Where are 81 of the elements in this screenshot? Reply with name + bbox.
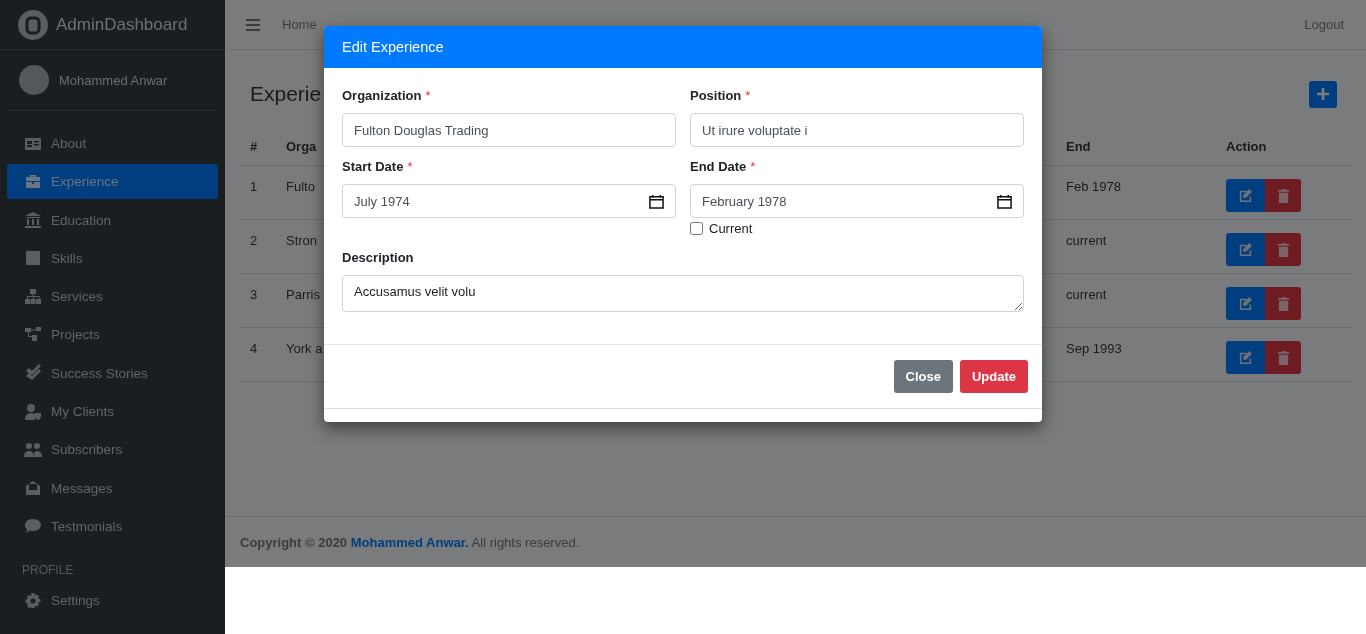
edit-button[interactable]: [1226, 233, 1265, 266]
close-button[interactable]: Close: [893, 360, 953, 393]
plus-icon: [1317, 88, 1329, 100]
table-cell: 2: [240, 219, 276, 274]
delete-button[interactable]: [1265, 179, 1301, 212]
text-field[interactable]: Ut irure voluptate i: [690, 113, 1024, 147]
field-label: Position *: [690, 88, 752, 103]
sidebar-item[interactable]: Skills: [7, 240, 218, 276]
delete-button[interactable]: [1265, 341, 1301, 374]
sidebar-item[interactable]: Education: [7, 202, 218, 238]
add-button[interactable]: [1309, 80, 1337, 108]
checkbox-label: Current: [709, 220, 753, 236]
sidebar-item[interactable]: About: [7, 126, 218, 161]
delete-button[interactable]: [1265, 287, 1301, 320]
trash-icon: [1276, 350, 1290, 365]
building-icon: [24, 211, 42, 230]
table-cell: current: [1056, 273, 1216, 328]
briefcase-icon: [24, 172, 42, 191]
network-icon: [24, 287, 42, 306]
update-button[interactable]: Update: [959, 360, 1028, 393]
column-header: #: [240, 127, 276, 166]
sidebar-item[interactable]: Services: [7, 279, 218, 315]
column-header: End: [1056, 127, 1216, 166]
calendar-icon: [997, 193, 1012, 209]
table-cell: Feb 1978: [1056, 165, 1216, 220]
table-cell: 3: [240, 273, 276, 328]
users-icon: [24, 440, 42, 459]
logo-icon: [18, 9, 48, 40]
required-mark: *: [750, 159, 756, 174]
edit-icon: [1238, 242, 1253, 257]
sidebar-item[interactable]: Testmonials: [7, 508, 218, 544]
section-heading: PROFILE: [22, 563, 75, 578]
required-mark: *: [407, 159, 413, 174]
dialog-title: Edit Experience: [342, 39, 444, 55]
edit-icon: [1238, 350, 1253, 365]
sidebar-item[interactable]: Projects: [7, 317, 218, 353]
envelope-icon: [24, 479, 42, 498]
edit-button[interactable]: [1226, 179, 1265, 212]
text-field[interactable]: Fulton Douglas Trading: [342, 113, 676, 147]
table-cell: Sep 1993: [1056, 327, 1216, 382]
column-header: Action: [1216, 127, 1352, 166]
description-field[interactable]: Accusamus velit volu: [342, 275, 1024, 312]
diagram-icon: [24, 326, 42, 344]
avatar: [19, 65, 49, 95]
edit-button[interactable]: [1226, 287, 1265, 320]
brand-name[interactable]: AdminDashboard: [56, 14, 188, 35]
trash-icon: [1276, 188, 1290, 203]
sidebar-item[interactable]: Settings: [7, 583, 218, 619]
speech-bubble-icon: [24, 517, 42, 536]
user-name[interactable]: Mohammed Anwar: [59, 72, 168, 88]
logout-link[interactable]: Logout: [1304, 17, 1344, 32]
date-field[interactable]: February 1978: [690, 184, 1024, 218]
table-cell: 4: [240, 327, 276, 382]
sidebar-item[interactable]: My Clients: [7, 394, 218, 430]
table-cell: current: [1056, 219, 1216, 274]
table-cell: 1: [240, 165, 276, 220]
edit-icon: [1238, 188, 1253, 203]
copyright-text: Copyright © 2020 Mohammed Anwar. All rights reserved.: [240, 534, 580, 550]
double-check-icon: [24, 364, 42, 383]
settings-icon: [24, 591, 42, 610]
user-shield-icon: [24, 402, 42, 421]
required-mark: *: [745, 88, 751, 103]
trash-icon: [1276, 242, 1290, 257]
required-mark: *: [425, 88, 431, 103]
sidebar-item[interactable]: Success Stories: [7, 355, 218, 391]
current-checkbox[interactable]: [690, 221, 703, 235]
date-field[interactable]: July 1974: [342, 184, 676, 218]
page-title: Experie: [250, 82, 322, 106]
sidebar-item[interactable]: Subscribers: [7, 432, 218, 468]
edit-icon: [1238, 296, 1253, 311]
calendar-icon: [649, 193, 664, 209]
menu-icon[interactable]: [246, 18, 260, 31]
delete-button[interactable]: [1265, 233, 1301, 266]
sidebar-item[interactable]: Experience: [7, 164, 218, 200]
field-label: End Date *: [690, 159, 757, 174]
edit-button[interactable]: [1226, 341, 1265, 374]
breadcrumb-link[interactable]: Home: [282, 17, 317, 32]
trash-icon: [1276, 296, 1290, 311]
field-label: Organization *: [342, 88, 432, 103]
sidebar-item[interactable]: Messages: [7, 470, 218, 506]
author-link[interactable]: Mohammed Anwar.: [350, 534, 469, 550]
